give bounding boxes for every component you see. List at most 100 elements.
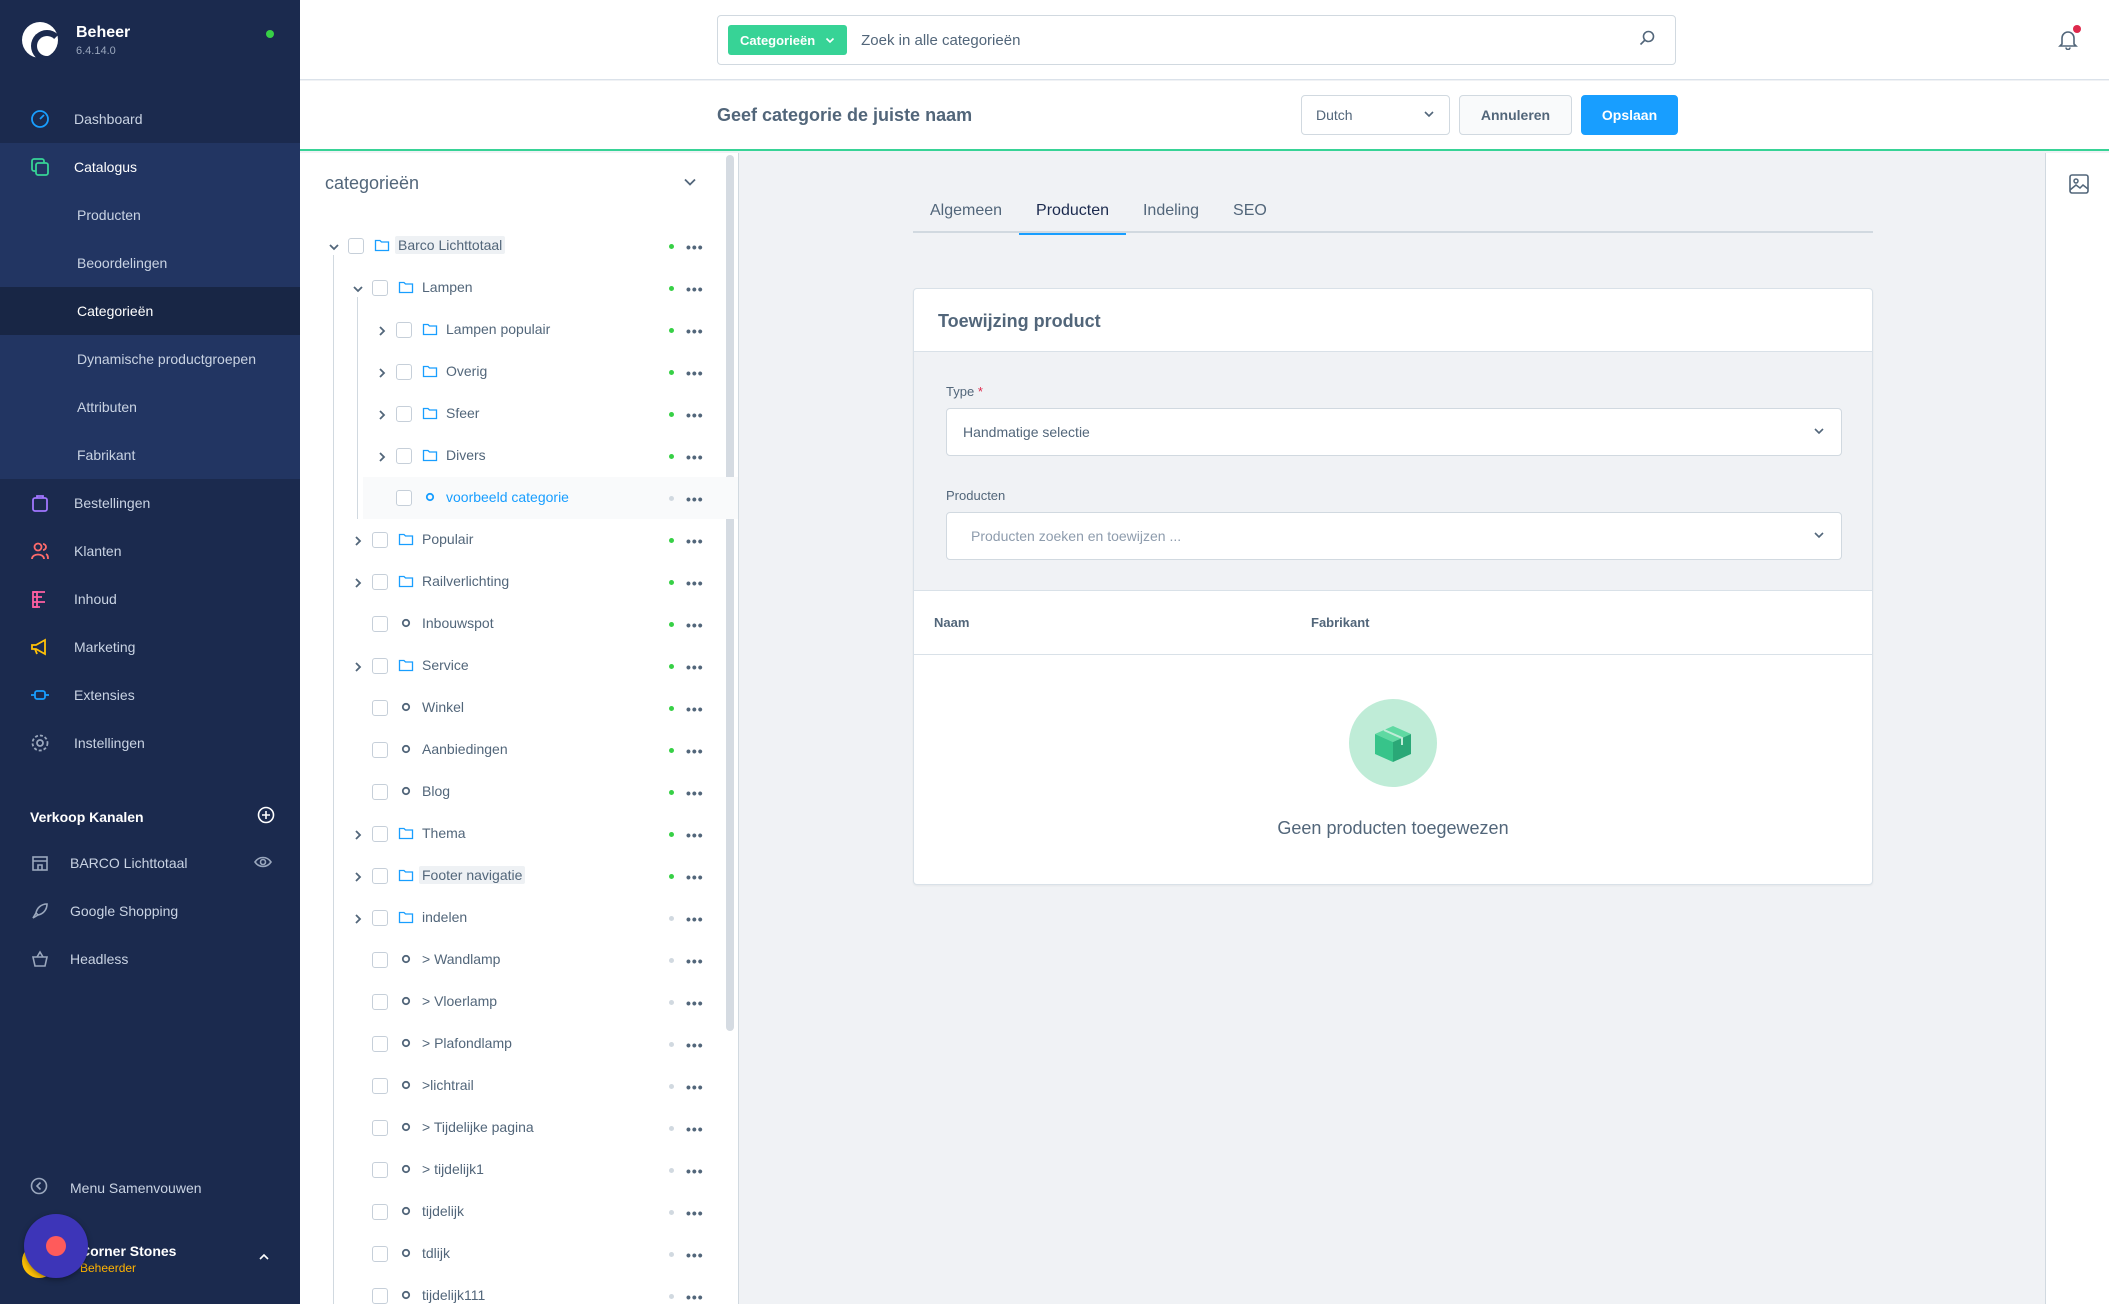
tree-item-checkbox[interactable] (396, 490, 412, 506)
tree-item[interactable]: Barco Lichttotaal ••• (300, 225, 720, 267)
more-actions-icon[interactable]: ••• (686, 1037, 704, 1053)
tree-item[interactable]: > Tijdelijke pagina ••• (300, 1107, 720, 1149)
more-actions-icon[interactable]: ••• (686, 1121, 704, 1137)
tab-algemeen[interactable]: Algemeen (913, 193, 1019, 233)
search-input[interactable] (861, 31, 1639, 49)
tree-scrollbar[interactable] (726, 155, 734, 1031)
nav-attributen[interactable]: Attributen (0, 383, 300, 431)
tree-item-checkbox[interactable] (372, 658, 388, 674)
tree-item-checkbox[interactable] (396, 406, 412, 422)
tree-item-checkbox[interactable] (372, 1036, 388, 1052)
cancel-button[interactable]: Annuleren (1459, 95, 1572, 135)
tree-item[interactable]: tijdelijk ••• (300, 1191, 720, 1233)
tree-item[interactable]: Thema ••• (300, 813, 720, 855)
more-actions-icon[interactable]: ••• (686, 281, 704, 297)
products-search-select[interactable]: Producten zoeken en toewijzen ... (946, 512, 1842, 560)
nav-categorieen[interactable]: Categorieën (0, 287, 300, 335)
sales-channel-google-shopping[interactable]: Google Shopping (0, 887, 300, 935)
chevron-right-icon[interactable] (352, 828, 364, 846)
more-actions-icon[interactable]: ••• (686, 869, 704, 885)
chevron-down-icon[interactable] (683, 173, 697, 194)
more-actions-icon[interactable]: ••• (686, 491, 704, 507)
more-actions-icon[interactable]: ••• (686, 1289, 704, 1304)
tree-item-checkbox[interactable] (372, 742, 388, 758)
more-actions-icon[interactable]: ••• (686, 701, 704, 717)
more-actions-icon[interactable]: ••• (686, 785, 704, 801)
tree-item-checkbox[interactable] (372, 1078, 388, 1094)
more-actions-icon[interactable]: ••• (686, 617, 704, 633)
chevron-right-icon[interactable] (352, 870, 364, 888)
chevron-right-icon[interactable] (352, 576, 364, 594)
tree-item[interactable]: Lampen ••• (300, 267, 720, 309)
image-icon[interactable] (2068, 173, 2090, 200)
more-actions-icon[interactable]: ••• (686, 911, 704, 927)
nav-producten[interactable]: Producten (0, 191, 300, 239)
tree-item-checkbox[interactable] (372, 784, 388, 800)
tree-item[interactable]: Service ••• (300, 645, 720, 687)
more-actions-icon[interactable]: ••• (686, 995, 704, 1011)
tree-item[interactable]: Inbouwspot ••• (300, 603, 720, 645)
more-actions-icon[interactable]: ••• (686, 743, 704, 759)
nav-instellingen[interactable]: Instellingen (0, 719, 300, 767)
tree-item[interactable]: Railverlichting ••• (300, 561, 720, 603)
search-icon[interactable] (1639, 30, 1655, 51)
tree-item[interactable]: Populair ••• (300, 519, 720, 561)
more-actions-icon[interactable]: ••• (686, 449, 704, 465)
more-actions-icon[interactable]: ••• (686, 953, 704, 969)
column-header-fabrikant[interactable]: Fabrikant (1311, 615, 1370, 630)
add-sales-channel-icon[interactable] (257, 806, 275, 827)
tree-item-checkbox[interactable] (372, 574, 388, 590)
tree-item-checkbox[interactable] (372, 700, 388, 716)
tree-item[interactable]: Divers ••• (300, 435, 720, 477)
tab-producten[interactable]: Producten (1019, 193, 1126, 235)
tree-item-checkbox[interactable] (348, 238, 364, 254)
tree-item[interactable]: > Wandlamp ••• (300, 939, 720, 981)
chevron-right-icon[interactable] (376, 450, 388, 468)
tree-item[interactable]: > tijdelijk1 ••• (300, 1149, 720, 1191)
more-actions-icon[interactable]: ••• (686, 1205, 704, 1221)
chevron-right-icon[interactable] (352, 660, 364, 678)
shopware-logo[interactable] (22, 22, 63, 62)
floating-help-button[interactable] (24, 1214, 88, 1278)
tree-item-checkbox[interactable] (396, 364, 412, 380)
sales-channel-headless[interactable]: Headless (0, 935, 300, 983)
more-actions-icon[interactable]: ••• (686, 323, 704, 339)
chevron-up-icon[interactable] (258, 1250, 270, 1268)
tree-item[interactable]: Overig ••• (300, 351, 720, 393)
nav-beoordelingen[interactable]: Beoordelingen (0, 239, 300, 287)
nav-fabrikant[interactable]: Fabrikant (0, 431, 300, 479)
more-actions-icon[interactable]: ••• (686, 1247, 704, 1263)
tree-item[interactable]: tdlijk ••• (300, 1233, 720, 1275)
tree-item-checkbox[interactable] (372, 1288, 388, 1304)
category-tree-header[interactable]: categorieën (325, 173, 697, 194)
more-actions-icon[interactable]: ••• (686, 365, 704, 381)
chevron-down-icon[interactable] (328, 240, 340, 258)
eye-icon[interactable] (254, 853, 272, 874)
nav-bestellingen[interactable]: Bestellingen (0, 479, 300, 527)
search-type-dropdown[interactable]: Categorieën (728, 25, 848, 55)
more-actions-icon[interactable]: ••• (686, 533, 704, 549)
tree-item[interactable]: > Plafondlamp ••• (300, 1023, 720, 1065)
more-actions-icon[interactable]: ••• (686, 659, 704, 675)
tree-item-checkbox[interactable] (372, 1120, 388, 1136)
nav-dashboard[interactable]: Dashboard (0, 95, 300, 143)
tree-item[interactable]: >lichtrail ••• (300, 1065, 720, 1107)
tree-item[interactable]: > Vloerlamp ••• (300, 981, 720, 1023)
tree-item[interactable]: Aanbiedingen ••• (300, 729, 720, 771)
tab-seo[interactable]: SEO (1216, 193, 1284, 233)
more-actions-icon[interactable]: ••• (686, 1163, 704, 1179)
tree-item-checkbox[interactable] (372, 532, 388, 548)
tree-item[interactable]: Sfeer ••• (300, 393, 720, 435)
nav-extensies[interactable]: Extensies (0, 671, 300, 719)
collapse-menu-button[interactable]: Menu Samenvouwen (30, 1177, 202, 1198)
tree-item-checkbox[interactable] (372, 910, 388, 926)
tree-item[interactable]: Lampen populair ••• (300, 309, 720, 351)
tree-item-checkbox[interactable] (372, 1246, 388, 1262)
tree-item[interactable]: Footer navigatie ••• (300, 855, 720, 897)
nav-inhoud[interactable]: Inhoud (0, 575, 300, 623)
chevron-right-icon[interactable] (376, 366, 388, 384)
notifications-bell-icon[interactable] (2057, 25, 2081, 55)
chevron-right-icon[interactable] (376, 324, 388, 342)
more-actions-icon[interactable]: ••• (686, 575, 704, 591)
save-button[interactable]: Opslaan (1581, 95, 1678, 135)
